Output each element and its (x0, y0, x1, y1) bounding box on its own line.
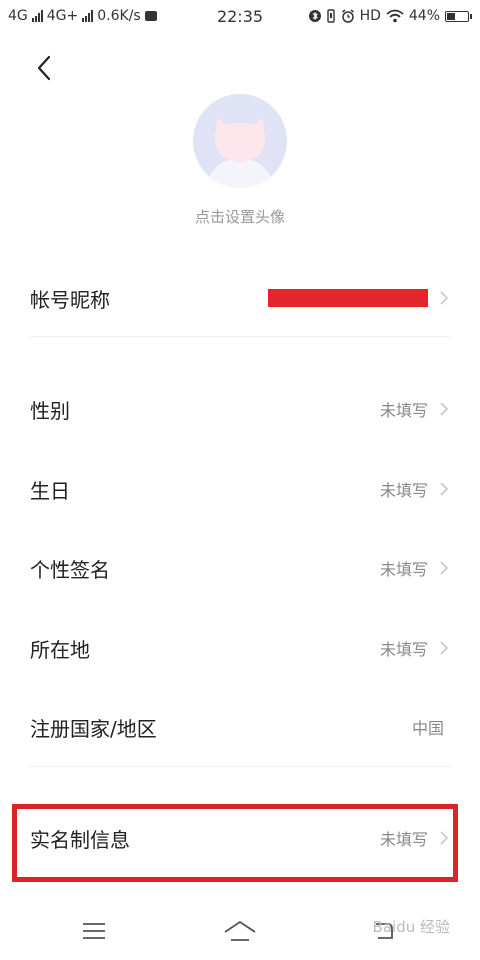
bluetooth-icon (308, 10, 321, 22)
highlight-box (12, 804, 458, 882)
battery-icon (445, 10, 472, 22)
divider (30, 766, 450, 767)
chevron-right-icon (440, 561, 449, 575)
location-label: 所在地 (30, 637, 90, 662)
status-bar: 4G 4G+ 0.6K/s 22:35 HD 44% (0, 0, 480, 34)
vibrate-icon (326, 9, 335, 23)
gender-value: 未填写 (379, 401, 428, 420)
divider (30, 336, 450, 337)
back-button[interactable] (24, 48, 64, 88)
signature-row[interactable]: 个性签名 未填写 (30, 538, 450, 598)
location-value: 未填写 (379, 640, 428, 659)
navigation-bar: Baidu 经验 (0, 900, 480, 960)
hd-indicator: HD (359, 8, 381, 24)
alarm-icon (341, 9, 354, 23)
avatar-hint[interactable]: 点击设置头像 (0, 206, 480, 227)
signature-label: 个性签名 (30, 557, 110, 582)
chevron-right-icon (440, 291, 449, 305)
gender-row[interactable]: 性别 未填写 (30, 379, 450, 439)
chevron-right-icon (440, 482, 449, 496)
watermark: Baidu 经验 (372, 918, 450, 936)
home-icon (224, 921, 256, 941)
nickname-label: 帐号昵称 (30, 287, 110, 312)
birthday-label: 生日 (30, 478, 70, 503)
country-label: 注册国家/地区 (30, 716, 157, 741)
default-avatar-icon (193, 94, 287, 188)
battery-percent: 44% (408, 8, 440, 24)
status-right: HD 44% (308, 8, 472, 24)
chevron-left-icon (37, 55, 51, 81)
birthday-value: 未填写 (379, 481, 428, 500)
redacted-nickname (268, 289, 428, 307)
country-row: 注册国家/地区 中国 (30, 697, 450, 757)
signature-value: 未填写 (379, 560, 428, 579)
location-row[interactable]: 所在地 未填写 (30, 618, 450, 678)
wifi-icon (386, 9, 404, 23)
avatar[interactable] (193, 94, 287, 188)
gender-label: 性别 (30, 398, 70, 423)
birthday-row[interactable]: 生日 未填写 (30, 459, 450, 519)
menu-button[interactable] (74, 916, 114, 946)
chevron-right-icon (440, 641, 449, 655)
menu-icon (83, 923, 105, 939)
chevron-right-icon (440, 402, 449, 416)
country-value: 中国 (411, 719, 444, 738)
home-button[interactable] (220, 916, 260, 946)
nickname-row[interactable]: 帐号昵称 (30, 268, 450, 328)
